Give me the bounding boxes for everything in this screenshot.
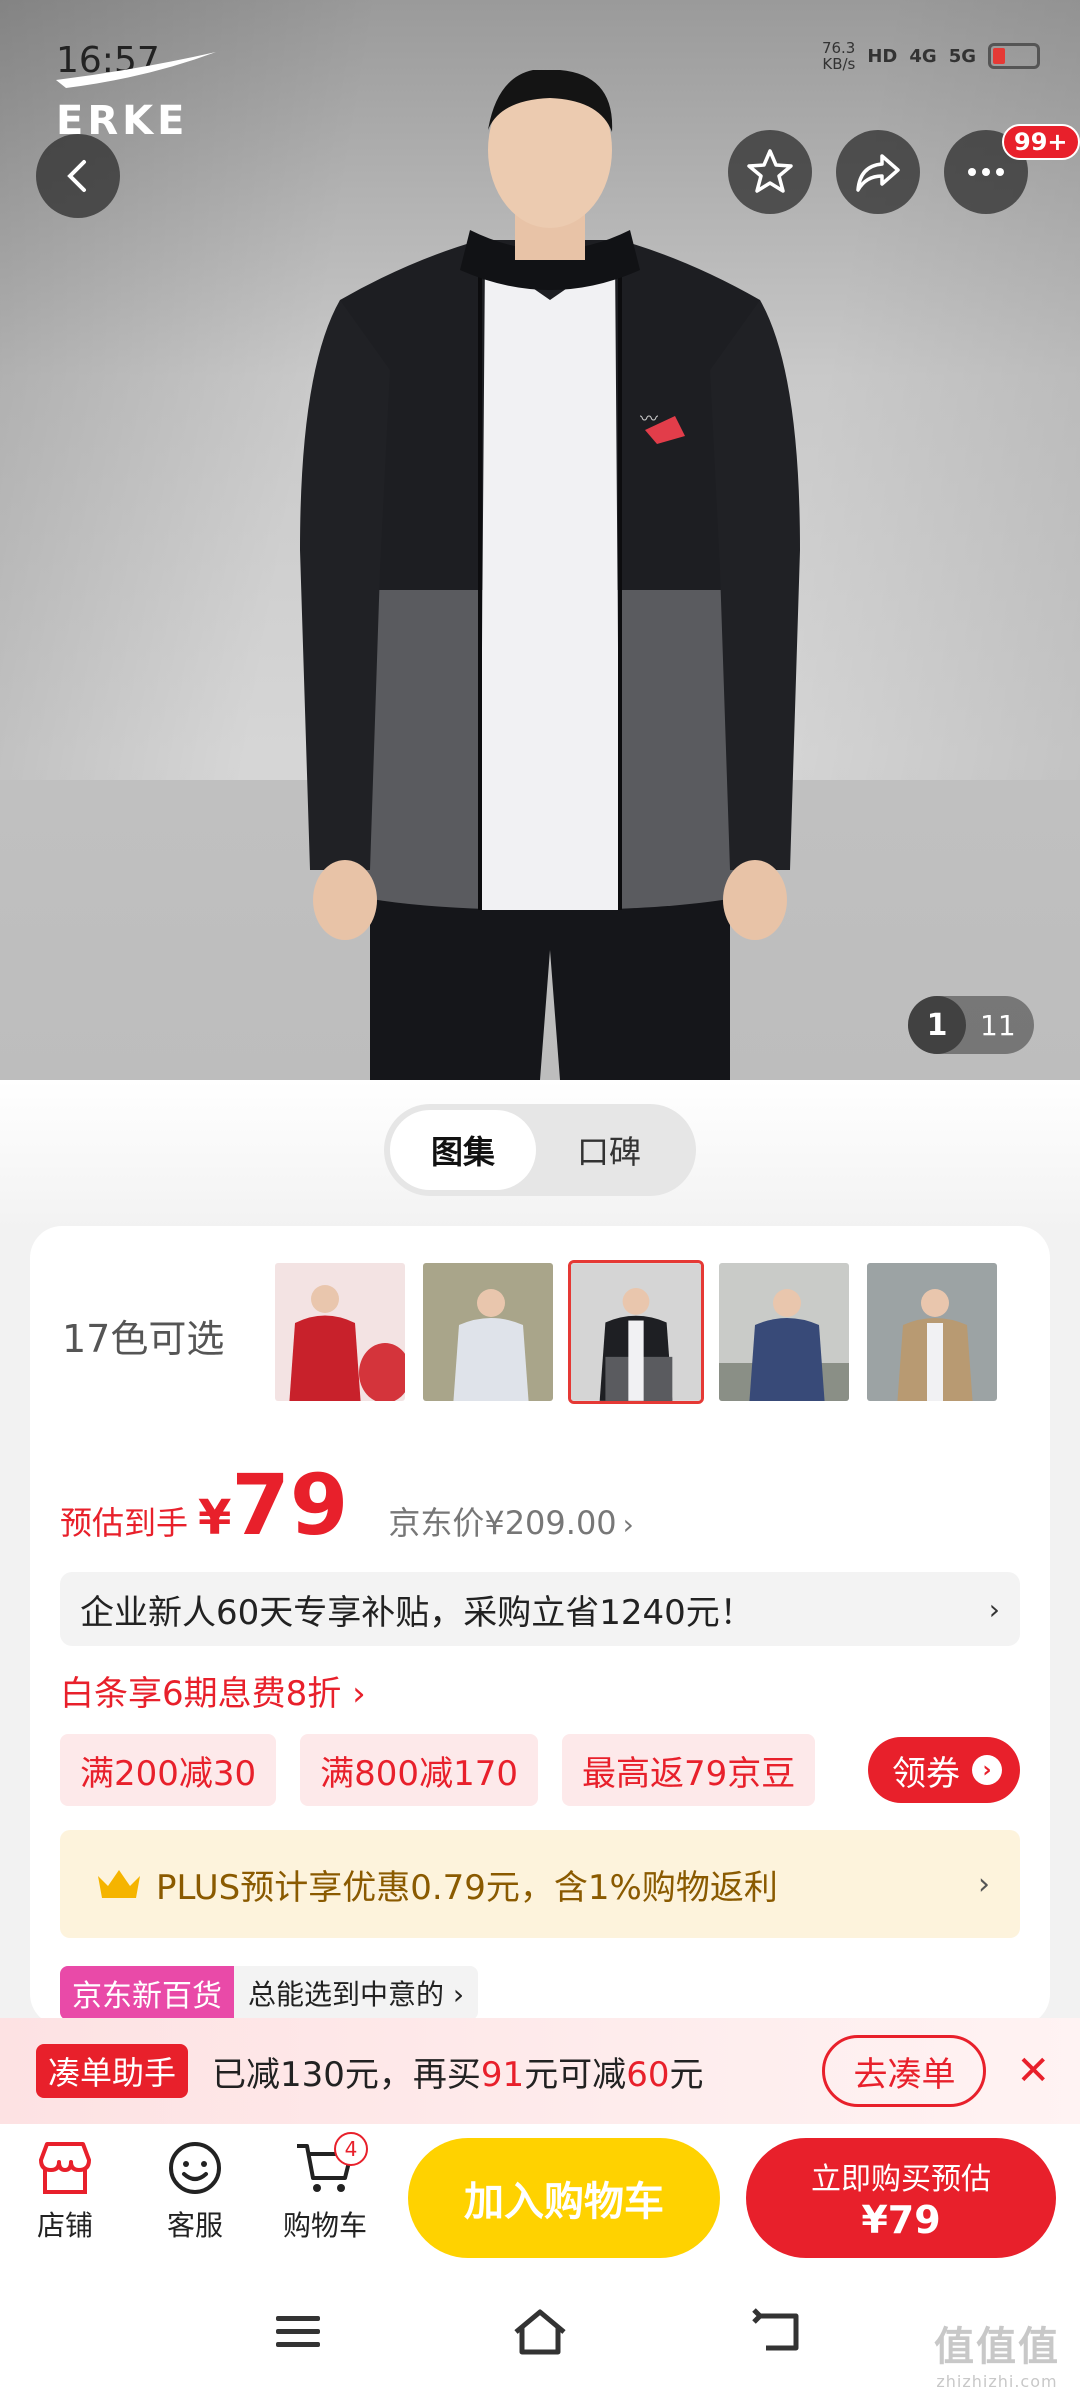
- gallery-tabs-area: 图集 口碑: [0, 1080, 1080, 1230]
- department-store-subtitle: 总能选到中意的 ›: [248, 1978, 465, 2011]
- brand-logo: ERKE: [56, 50, 216, 144]
- color-thumbnail[interactable]: [272, 1260, 408, 1404]
- gallery-counter: 1 11: [908, 996, 1034, 1054]
- chevron-right-circle-icon: ›: [972, 1755, 1002, 1785]
- enterprise-promo-text: 企业新人60天专享补贴，采购立省1240元！: [80, 1592, 754, 1633]
- thumbnail-image: [571, 1263, 701, 1401]
- color-thumbnail[interactable]: [864, 1260, 1000, 1404]
- coupon-row: 满200减30 满800减170 最高返79京豆 领券 ›: [60, 1734, 1020, 1806]
- star-icon: [747, 149, 793, 193]
- color-thumbnail[interactable]: [716, 1260, 852, 1404]
- shop-button[interactable]: 店铺: [10, 2140, 120, 2244]
- gallery-current: 1: [908, 996, 966, 1054]
- estimate-label: 预估到手: [60, 1504, 189, 1542]
- bundle-msg-prefix: 已减130元，再买: [212, 2054, 481, 2095]
- thumbnail-image: [423, 1263, 553, 1401]
- jd-price-arrow-icon: ›: [622, 1508, 634, 1541]
- status-icons: 76.3 KB/s HD 4G 5G: [822, 40, 1040, 72]
- cart-count-badge: 4: [334, 2132, 368, 2166]
- watermark: 值值值 zhizhizhi.com: [934, 2314, 1060, 2391]
- get-coupon-button[interactable]: 领券 ›: [868, 1737, 1020, 1803]
- service-smile-icon: [169, 2142, 221, 2194]
- close-icon[interactable]: ✕: [1016, 2048, 1050, 2094]
- jd-price[interactable]: 京东价¥209.00: [388, 1498, 616, 1544]
- bundle-msg-suffix: 元: [669, 2054, 704, 2095]
- bundle-msg-discount: 60: [626, 2054, 670, 2095]
- estimated-price: 79: [231, 1456, 349, 1554]
- go-bundle-button[interactable]: 去凑单: [822, 2035, 987, 2107]
- chevron-right-icon: ›: [978, 1866, 990, 1902]
- watermark-url: zhizhizhi.com: [936, 2372, 1058, 2391]
- thumbnail-image: [867, 1263, 997, 1401]
- product-info-card: 17色可选 预估到手 ¥ 79 京东价¥209.00 › 企业新人60天专享补贴…: [30, 1226, 1050, 2026]
- add-to-cart-button[interactable]: 加入购物车: [408, 2138, 720, 2258]
- baitiao-installment-link[interactable]: 白条享6期息费8折 ›: [60, 1666, 366, 1715]
- menu-icon[interactable]: [272, 2310, 324, 2354]
- department-store-tag: 京东新百货: [60, 1966, 234, 2020]
- share-icon: [856, 154, 900, 192]
- crown-icon: [98, 1870, 140, 1898]
- tab-reviews[interactable]: 口碑: [536, 1110, 682, 1190]
- color-count-label[interactable]: 17色可选: [62, 1308, 224, 1363]
- tab-gallery[interactable]: 图集: [390, 1110, 536, 1190]
- gallery-tabs: 图集 口碑: [384, 1104, 696, 1196]
- model-photo: 〰: [300, 70, 800, 1080]
- jd-department-store-banner[interactable]: 京东新百货 总能选到中意的 ›: [60, 1966, 479, 2020]
- hd-icon: HD: [867, 45, 898, 67]
- gallery-total: 11: [980, 1008, 1016, 1042]
- system-navigation-bar: 值值值 zhizhizhi.com: [0, 2274, 1080, 2400]
- service-label: 客服: [166, 2209, 223, 2242]
- signal-4g-icon: 4G: [909, 45, 937, 67]
- bundle-helper-bar: 凑单助手 已减130元，再买91元可减60元 去凑单 ✕: [0, 2018, 1080, 2124]
- thumbnail-image: [275, 1263, 405, 1401]
- more-badge: 99+: [1002, 124, 1080, 160]
- price-row: 预估到手 ¥ 79 京东价¥209.00 ›: [60, 1456, 634, 1554]
- enterprise-promo-bar[interactable]: 企业新人60天专享补贴，采购立省1240元！ ›: [60, 1572, 1020, 1646]
- share-button[interactable]: [836, 130, 920, 214]
- cart-button[interactable]: 4 购物车: [270, 2132, 380, 2244]
- back-button[interactable]: [36, 134, 120, 218]
- more-dots-icon: [968, 168, 1004, 176]
- buy-now-label: 立即购买预估: [811, 2162, 991, 2197]
- color-thumbnail[interactable]: [420, 1260, 556, 1404]
- get-coupon-label: 领券: [892, 1753, 960, 1794]
- store-icon: [39, 2142, 91, 2194]
- coupon-tag[interactable]: 最高返79京豆: [561, 1734, 816, 1806]
- home-icon[interactable]: [510, 2306, 570, 2358]
- color-thumbnail-selected[interactable]: [568, 1260, 704, 1404]
- currency-symbol: ¥: [198, 1490, 232, 1546]
- bundle-msg-amount: 91: [480, 2054, 525, 2095]
- buy-now-button[interactable]: 立即购买预估 ¥79: [746, 2138, 1056, 2258]
- bottom-action-bar: 店铺 客服 4 购物车 加入购物车 立即购买预估 ¥79: [0, 2124, 1080, 2274]
- favorite-button[interactable]: [728, 130, 812, 214]
- network-speed-unit: KB/s: [822, 55, 856, 73]
- cart-label: 购物车: [282, 2209, 367, 2242]
- bundle-msg-mid: 元可减: [524, 2054, 627, 2095]
- bundle-helper-message: 已减130元，再买91元可减60元: [212, 2047, 703, 2096]
- network-speed: 76.3 KB/s: [822, 40, 855, 72]
- thumbnail-image: [719, 1263, 849, 1401]
- back-nav-icon[interactable]: [752, 2308, 804, 2356]
- plus-benefit-bar[interactable]: PLUS预计享优惠0.79元，含1%购物返利 ›: [60, 1830, 1020, 1938]
- chevron-right-icon: ›: [988, 1592, 1000, 1626]
- coupon-tag[interactable]: 满200减30: [60, 1734, 277, 1806]
- network-speed-value: 76.3: [821, 39, 856, 57]
- customer-service-button[interactable]: 客服: [140, 2140, 250, 2244]
- svg-text:〰: 〰: [640, 409, 658, 430]
- buy-now-price: ¥79: [861, 2198, 941, 2242]
- coupon-tag[interactable]: 满800减170: [300, 1734, 538, 1806]
- brand-swoosh-icon: [56, 52, 216, 88]
- shop-label: 店铺: [36, 2209, 93, 2242]
- chevron-left-icon: [67, 160, 86, 192]
- plus-benefit-text: PLUS预计享优惠0.79元，含1%购物返利: [156, 1867, 778, 1908]
- signal-5g-icon: 5G: [948, 45, 976, 67]
- color-thumbnails: [272, 1260, 1000, 1404]
- battery-icon: [988, 43, 1040, 69]
- bundle-helper-tag: 凑单助手: [36, 2044, 189, 2098]
- product-hero-image[interactable]: 〰 16:57 76.3 KB/s HD 4G 5G ERKE 99+ 1 11: [0, 0, 1080, 1080]
- watermark-text: 值值值: [934, 2324, 1060, 2370]
